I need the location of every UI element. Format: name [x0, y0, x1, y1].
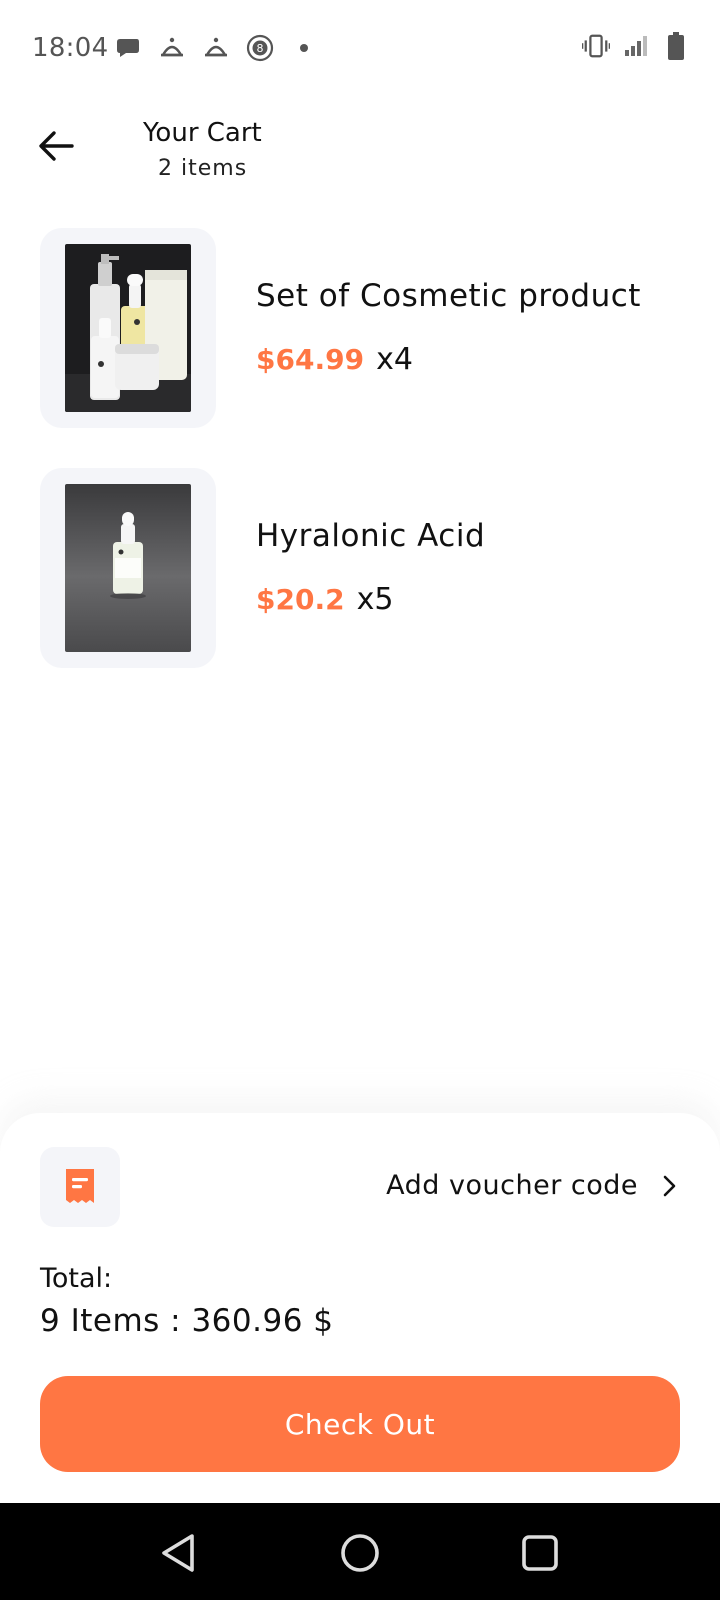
product-image-card	[40, 468, 216, 668]
nav-home-button[interactable]	[336, 1529, 384, 1577]
cart-item[interactable]: Hyralonic Acid $20.2 x5	[40, 468, 700, 668]
price-row: $20.2 x5	[256, 582, 393, 617]
cart-item[interactable]: Set of Cosmetic product $64.99 x4	[40, 228, 700, 428]
voucher-icon-box[interactable]	[40, 1147, 120, 1227]
signal-icon	[622, 32, 650, 60]
nav-back-button[interactable]	[154, 1529, 202, 1577]
system-nav-bar	[0, 1503, 720, 1600]
checkout-button[interactable]: Check Out	[40, 1376, 680, 1472]
product-price: $64.99	[256, 343, 365, 376]
arrow-left-icon	[39, 131, 74, 161]
checkout-panel: Add voucher code Total: 9 Items : 360.96…	[0, 1113, 720, 1503]
notification-app-icon	[158, 34, 186, 62]
cart-item-list: Set of Cosmetic product $64.99 x4 Hyralo…	[40, 228, 700, 708]
product-price: $20.2	[256, 583, 345, 616]
back-triangle-icon	[162, 1534, 194, 1572]
total-value: 9 Items : 360.96 $	[40, 1303, 334, 1339]
add-voucher-link[interactable]: Add voucher code	[386, 1170, 680, 1201]
cosmetic-set-photo	[65, 244, 191, 412]
product-image-card	[40, 228, 216, 428]
item-count-subtitle: 2 items	[158, 156, 248, 181]
status-notification-icons: 8	[114, 34, 334, 62]
dot-icon	[290, 34, 318, 62]
vibrate-icon	[582, 32, 610, 60]
notification-app-icon	[202, 34, 230, 62]
number-8-circle-icon: 8	[246, 34, 274, 62]
svg-text:8: 8	[257, 42, 264, 55]
nav-recents-button[interactable]	[516, 1529, 564, 1577]
product-name: Set of Cosmetic product	[256, 278, 641, 314]
receipt-icon	[66, 1169, 94, 1203]
voucher-label: Add voucher code	[386, 1170, 638, 1201]
status-bar: 18:04 8	[0, 0, 720, 96]
product-name: Hyralonic Acid	[256, 518, 486, 554]
chat-bubble-icon	[114, 34, 142, 62]
chevron-right-icon	[658, 1173, 680, 1199]
serum-bottle-photo	[65, 484, 191, 652]
battery-icon	[662, 32, 690, 60]
home-circle-icon	[341, 1534, 379, 1572]
cart-screen: 18:04 8 Your Cart 2 items Set of Cosmeti…	[0, 0, 720, 1600]
page-title: Your Cart	[143, 118, 262, 148]
total-label: Total:	[40, 1263, 113, 1294]
back-button[interactable]	[34, 124, 78, 168]
price-row: $64.99 x4	[256, 342, 413, 377]
status-time: 18:04	[32, 33, 109, 63]
recents-square-icon	[522, 1535, 558, 1571]
status-system-icons	[570, 32, 690, 60]
product-quantity: x4	[376, 342, 413, 377]
product-quantity: x5	[356, 582, 394, 617]
